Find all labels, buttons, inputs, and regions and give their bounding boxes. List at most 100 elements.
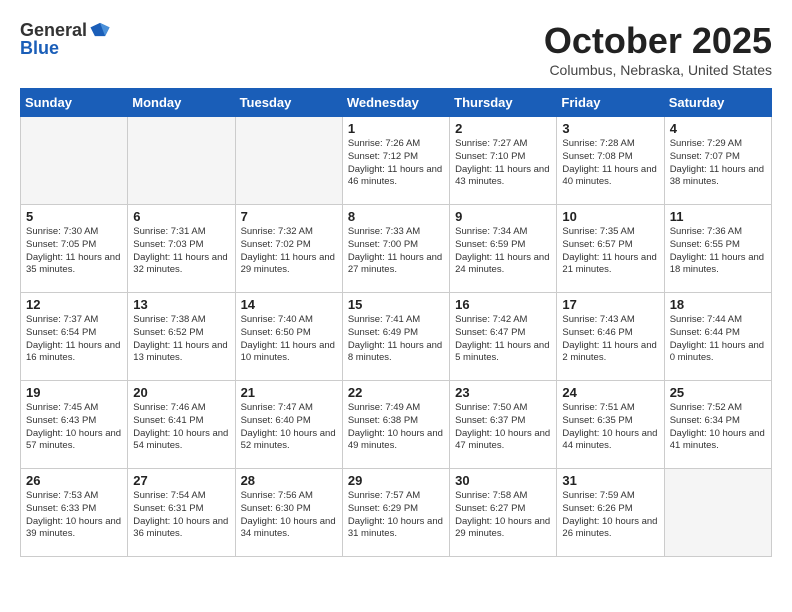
day-number: 14 xyxy=(241,297,337,312)
calendar-week-row: 5 Sunrise: 7:30 AM Sunset: 7:05 PM Daylig… xyxy=(21,205,772,293)
calendar-cell: 16Sunrise: 7:42 AM Sunset: 6:47 PM Dayli… xyxy=(450,293,557,381)
calendar-cell: 27 Sunrise: 7:54 AM Sunset: 6:31 PM Dayli… xyxy=(128,469,235,557)
calendar-cell: 23 Sunrise: 7:50 AM Sunset: 6:37 PM Dayli… xyxy=(450,381,557,469)
day-number: 28 xyxy=(241,473,337,488)
weekday-header: Friday xyxy=(557,89,664,117)
weekday-header: Monday xyxy=(128,89,235,117)
day-info: Sunrise: 7:38 AM Sunset: 6:52 PM Dayligh… xyxy=(133,314,229,365)
day-number: 21 xyxy=(241,385,337,400)
calendar-cell: 29 Sunrise: 7:57 AM Sunset: 6:29 PM Dayli… xyxy=(342,469,449,557)
day-number: 3 xyxy=(562,121,658,136)
calendar-cell xyxy=(21,117,128,205)
day-number: 9 xyxy=(455,209,551,224)
day-number: 17 xyxy=(562,297,658,312)
day-info: Sunrise: 7:36 AM Sunset: 6:55 PM Dayligh… xyxy=(670,226,766,277)
calendar-cell: 17 Sunrise: 7:43 AM Sunset: 6:46 PM Dayli… xyxy=(557,293,664,381)
day-number: 29 xyxy=(348,473,444,488)
calendar-cell: 26 Sunrise: 7:53 AM Sunset: 6:33 PM Dayli… xyxy=(21,469,128,557)
day-number: 11 xyxy=(670,209,766,224)
day-number: 13 xyxy=(133,297,229,312)
weekday-header: Sunday xyxy=(21,89,128,117)
day-number: 5 xyxy=(26,209,122,224)
day-info: Sunrise: 7:26 AM Sunset: 7:12 PM Dayligh… xyxy=(348,138,444,189)
calendar-cell: 20 Sunrise: 7:46 AM Sunset: 6:41 PM Dayli… xyxy=(128,381,235,469)
day-info: Sunrise: 7:53 AM Sunset: 6:33 PM Dayligh… xyxy=(26,490,122,541)
calendar-cell: 5 Sunrise: 7:30 AM Sunset: 7:05 PM Daylig… xyxy=(21,205,128,293)
day-number: 2 xyxy=(455,121,551,136)
day-number: 30 xyxy=(455,473,551,488)
calendar-cell: 22Sunrise: 7:49 AM Sunset: 6:38 PM Dayli… xyxy=(342,381,449,469)
calendar-cell: 31 Sunrise: 7:59 AM Sunset: 6:26 PM Dayli… xyxy=(557,469,664,557)
calendar-cell: 9 Sunrise: 7:34 AM Sunset: 6:59 PM Daylig… xyxy=(450,205,557,293)
calendar-cell: 3 Sunrise: 7:28 AM Sunset: 7:08 PM Daylig… xyxy=(557,117,664,205)
day-info: Sunrise: 7:33 AM Sunset: 7:00 PM Dayligh… xyxy=(348,226,444,277)
calendar-cell: 8 Sunrise: 7:33 AM Sunset: 7:00 PM Daylig… xyxy=(342,205,449,293)
day-info: Sunrise: 7:44 AM Sunset: 6:44 PM Dayligh… xyxy=(670,314,766,365)
day-number: 18 xyxy=(670,297,766,312)
calendar-cell: 13 Sunrise: 7:38 AM Sunset: 6:52 PM Dayli… xyxy=(128,293,235,381)
calendar-cell: 30Sunrise: 7:58 AM Sunset: 6:27 PM Dayli… xyxy=(450,469,557,557)
calendar-table: SundayMondayTuesdayWednesdayThursdayFrid… xyxy=(20,88,772,557)
day-info: Sunrise: 7:32 AM Sunset: 7:02 PM Dayligh… xyxy=(241,226,337,277)
day-number: 6 xyxy=(133,209,229,224)
calendar-cell: 15 Sunrise: 7:41 AM Sunset: 6:49 PM Dayli… xyxy=(342,293,449,381)
day-number: 24 xyxy=(562,385,658,400)
day-info: Sunrise: 7:28 AM Sunset: 7:08 PM Dayligh… xyxy=(562,138,658,189)
day-number: 15 xyxy=(348,297,444,312)
page-header: General Blue October 2025 Columbus, Nebr… xyxy=(20,20,772,78)
calendar-cell: 24 Sunrise: 7:51 AM Sunset: 6:35 PM Dayli… xyxy=(557,381,664,469)
day-number: 10 xyxy=(562,209,658,224)
calendar-cell: 4Sunrise: 7:29 AM Sunset: 7:07 PM Daylig… xyxy=(664,117,771,205)
day-info: Sunrise: 7:46 AM Sunset: 6:41 PM Dayligh… xyxy=(133,402,229,453)
weekday-header: Saturday xyxy=(664,89,771,117)
day-number: 25 xyxy=(670,385,766,400)
calendar-cell: 12Sunrise: 7:37 AM Sunset: 6:54 PM Dayli… xyxy=(21,293,128,381)
day-info: Sunrise: 7:27 AM Sunset: 7:10 PM Dayligh… xyxy=(455,138,551,189)
day-info: Sunrise: 7:30 AM Sunset: 7:05 PM Dayligh… xyxy=(26,226,122,277)
day-number: 26 xyxy=(26,473,122,488)
location-text: Columbus, Nebraska, United States xyxy=(544,62,772,78)
calendar-cell: 28 Sunrise: 7:56 AM Sunset: 6:30 PM Dayli… xyxy=(235,469,342,557)
calendar-cell xyxy=(664,469,771,557)
title-block: October 2025 Columbus, Nebraska, United … xyxy=(544,20,772,78)
calendar-cell: 6 Sunrise: 7:31 AM Sunset: 7:03 PM Daylig… xyxy=(128,205,235,293)
weekday-header: Wednesday xyxy=(342,89,449,117)
day-info: Sunrise: 7:56 AM Sunset: 6:30 PM Dayligh… xyxy=(241,490,337,541)
calendar-cell: 21 Sunrise: 7:47 AM Sunset: 6:40 PM Dayli… xyxy=(235,381,342,469)
header-row: SundayMondayTuesdayWednesdayThursdayFrid… xyxy=(21,89,772,117)
day-info: Sunrise: 7:50 AM Sunset: 6:37 PM Dayligh… xyxy=(455,402,551,453)
day-number: 27 xyxy=(133,473,229,488)
day-info: Sunrise: 7:31 AM Sunset: 7:03 PM Dayligh… xyxy=(133,226,229,277)
day-info: Sunrise: 7:41 AM Sunset: 6:49 PM Dayligh… xyxy=(348,314,444,365)
day-info: Sunrise: 7:29 AM Sunset: 7:07 PM Dayligh… xyxy=(670,138,766,189)
day-info: Sunrise: 7:57 AM Sunset: 6:29 PM Dayligh… xyxy=(348,490,444,541)
weekday-header: Thursday xyxy=(450,89,557,117)
calendar-cell: 10Sunrise: 7:35 AM Sunset: 6:57 PM Dayli… xyxy=(557,205,664,293)
calendar-week-row: 1Sunrise: 7:26 AM Sunset: 7:12 PM Daylig… xyxy=(21,117,772,205)
day-number: 31 xyxy=(562,473,658,488)
day-number: 7 xyxy=(241,209,337,224)
calendar-cell xyxy=(235,117,342,205)
weekday-header: Tuesday xyxy=(235,89,342,117)
calendar-cell: 18 Sunrise: 7:44 AM Sunset: 6:44 PM Dayli… xyxy=(664,293,771,381)
calendar-week-row: 19Sunrise: 7:45 AM Sunset: 6:43 PM Dayli… xyxy=(21,381,772,469)
day-info: Sunrise: 7:54 AM Sunset: 6:31 PM Dayligh… xyxy=(133,490,229,541)
day-info: Sunrise: 7:34 AM Sunset: 6:59 PM Dayligh… xyxy=(455,226,551,277)
day-number: 20 xyxy=(133,385,229,400)
day-number: 8 xyxy=(348,209,444,224)
calendar-cell: 11 Sunrise: 7:36 AM Sunset: 6:55 PM Dayli… xyxy=(664,205,771,293)
calendar-week-row: 26 Sunrise: 7:53 AM Sunset: 6:33 PM Dayli… xyxy=(21,469,772,557)
day-info: Sunrise: 7:47 AM Sunset: 6:40 PM Dayligh… xyxy=(241,402,337,453)
day-info: Sunrise: 7:52 AM Sunset: 6:34 PM Dayligh… xyxy=(670,402,766,453)
day-info: Sunrise: 7:43 AM Sunset: 6:46 PM Dayligh… xyxy=(562,314,658,365)
day-info: Sunrise: 7:42 AM Sunset: 6:47 PM Dayligh… xyxy=(455,314,551,365)
calendar-cell: 2 Sunrise: 7:27 AM Sunset: 7:10 PM Daylig… xyxy=(450,117,557,205)
day-info: Sunrise: 7:45 AM Sunset: 6:43 PM Dayligh… xyxy=(26,402,122,453)
day-info: Sunrise: 7:40 AM Sunset: 6:50 PM Dayligh… xyxy=(241,314,337,365)
logo-icon xyxy=(89,20,111,42)
day-info: Sunrise: 7:51 AM Sunset: 6:35 PM Dayligh… xyxy=(562,402,658,453)
calendar-cell: 19Sunrise: 7:45 AM Sunset: 6:43 PM Dayli… xyxy=(21,381,128,469)
day-number: 23 xyxy=(455,385,551,400)
calendar-cell xyxy=(128,117,235,205)
day-info: Sunrise: 7:59 AM Sunset: 6:26 PM Dayligh… xyxy=(562,490,658,541)
